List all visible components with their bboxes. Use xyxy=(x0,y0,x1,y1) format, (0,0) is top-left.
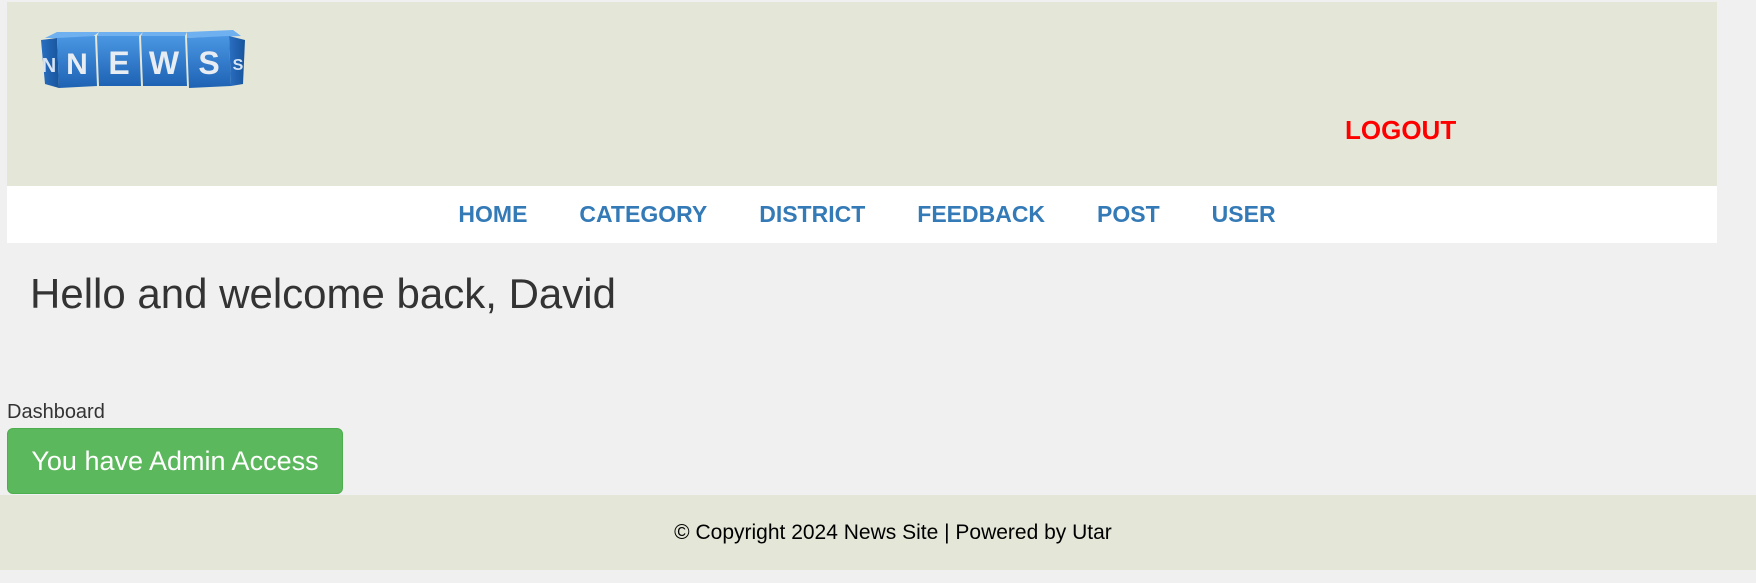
nav-item-feedback: FEEDBACK xyxy=(917,201,1045,228)
svg-text:N: N xyxy=(42,55,56,77)
nav-link-feedback[interactable]: FEEDBACK xyxy=(917,201,1045,227)
logo-cube-s: S S xyxy=(187,30,245,88)
logo-cube-n: N N xyxy=(41,32,99,88)
nav-list: HOME CATEGORY DISTRICT FEEDBACK POST USE… xyxy=(458,201,1275,228)
logo-letter: S xyxy=(198,45,219,81)
news-logo[interactable]: N N E W S S xyxy=(37,28,277,98)
nav-item-category: CATEGORY xyxy=(579,201,707,228)
logo-cube-w: W xyxy=(141,32,187,86)
logout-link[interactable]: LOGOUT xyxy=(1345,115,1456,146)
svg-text:S: S xyxy=(233,57,244,74)
site-footer: © Copyright 2024 News Site | Powered by … xyxy=(0,495,1756,570)
nav-link-user[interactable]: USER xyxy=(1212,201,1276,227)
nav-link-district[interactable]: DISTRICT xyxy=(759,201,865,227)
dashboard-label: Dashboard xyxy=(7,401,105,423)
site-header: N N E W S S LOGOUT xyxy=(7,2,1717,186)
logo-letter: W xyxy=(149,45,180,81)
nav-item-user: USER xyxy=(1212,201,1276,228)
admin-access-button[interactable]: You have Admin Access xyxy=(7,428,343,494)
page: N N E W S S LOGOUT HOME CATEGORY DISTRIC… xyxy=(0,0,1756,583)
main-nav: HOME CATEGORY DISTRICT FEEDBACK POST USE… xyxy=(7,186,1717,243)
nav-link-post[interactable]: POST xyxy=(1097,201,1160,227)
logo-letter: N xyxy=(66,48,88,81)
logo-letter: E xyxy=(108,45,129,81)
copyright-text: © Copyright 2024 News Site | Powered by … xyxy=(674,520,1112,544)
nav-link-home[interactable]: HOME xyxy=(458,201,527,227)
nav-item-post: POST xyxy=(1097,201,1160,228)
nav-link-category[interactable]: CATEGORY xyxy=(579,201,707,227)
welcome-heading: Hello and welcome back, David xyxy=(30,270,616,317)
logo-cube-e: E xyxy=(97,32,143,86)
nav-item-home: HOME xyxy=(458,201,527,228)
nav-item-district: DISTRICT xyxy=(759,201,865,228)
